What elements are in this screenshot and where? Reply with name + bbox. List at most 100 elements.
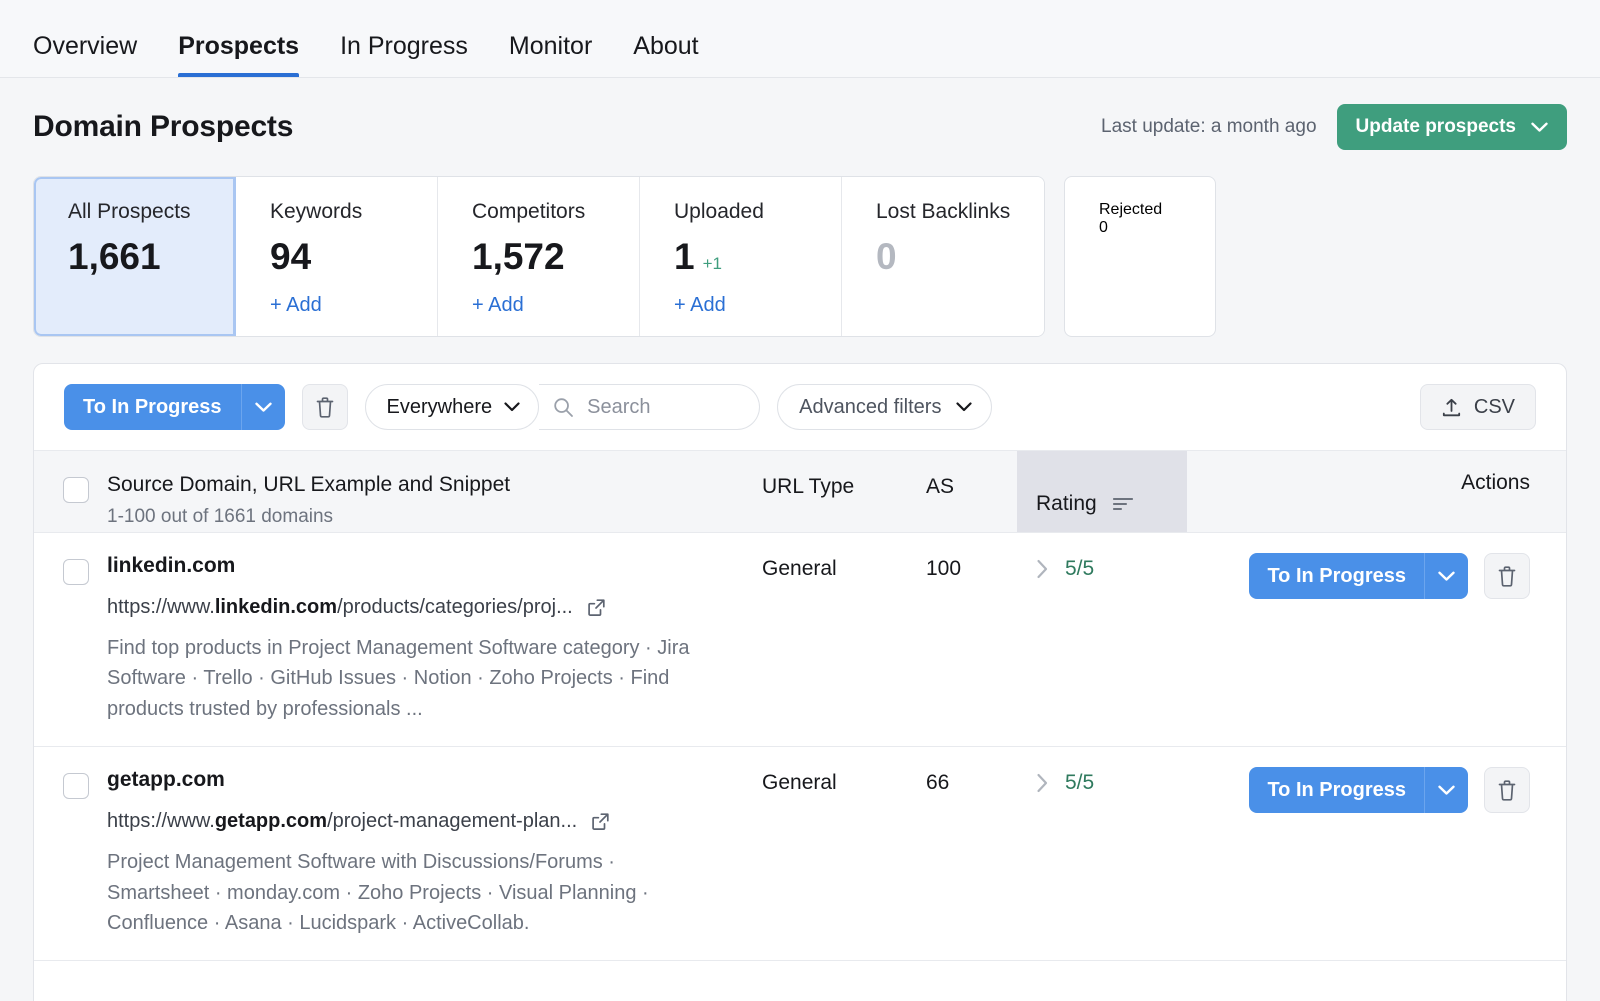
row-source-cell: linkedin.com https://www.linkedin.com/pr… <box>107 533 762 746</box>
row-checkbox[interactable] <box>63 559 89 585</box>
stat-value-text: 1,661 <box>68 238 161 275</box>
page-header-actions: Last update: a month ago Update prospect… <box>1101 104 1567 150</box>
stat-card-uploaded-add-link[interactable]: + Add <box>674 294 841 317</box>
scope-select-label: Everywhere <box>387 396 493 419</box>
external-link-icon[interactable] <box>587 598 606 617</box>
row-url-row: https://www.linkedin.com/products/catego… <box>107 596 762 619</box>
row-domain-name[interactable]: getapp.com <box>107 769 762 790</box>
header-cell-url-type[interactable]: URL Type <box>762 451 926 499</box>
stat-card-keywords[interactable]: Keywords 94 + Add <box>236 177 438 336</box>
row-delete-button[interactable] <box>1484 767 1530 813</box>
row-rating-value: 5/5 <box>1065 771 1094 795</box>
stat-card-all-prospects-label: All Prospects <box>68 201 235 222</box>
row-action-caret-button[interactable] <box>1424 767 1468 813</box>
row-url-type: General <box>762 533 926 581</box>
nav-tab-monitor[interactable]: Monitor <box>509 34 592 77</box>
header-cell-source-domain: Source Domain, URL Example and Snippet 1… <box>107 451 762 528</box>
nav-tab-prospects[interactable]: Prospects <box>178 34 299 77</box>
trash-icon <box>1497 779 1517 802</box>
header-cell-actions: Actions <box>1187 451 1566 495</box>
header-cell-rating[interactable]: Rating <box>1017 451 1187 532</box>
stat-card-lost-backlinks-label: Lost Backlinks <box>876 201 1044 222</box>
row-url-type: General <box>762 747 926 795</box>
bulk-action-split-button: To In Progress <box>64 384 285 430</box>
header-as-label: AS <box>926 475 954 498</box>
table-toolbar: To In Progress Everywhere <box>34 364 1566 450</box>
stat-card-uploaded-value: 1 +1 <box>674 238 841 275</box>
stat-card-competitors-value: 1,572 <box>472 238 639 275</box>
stat-value-text: 0 <box>1099 219 1108 236</box>
stat-card-competitors-add-link[interactable]: + Add <box>472 294 639 317</box>
sort-icon[interactable] <box>1113 497 1133 511</box>
row-actions-cell: To In Progress <box>1206 747 1566 813</box>
nav-tab-in-progress-label: In Progress <box>340 32 468 60</box>
header-source-domain-label: Source Domain, URL Example and Snippet <box>107 473 762 497</box>
row-domain-name[interactable]: linkedin.com <box>107 555 762 576</box>
main-navigation: Overview Prospects In Progress Monitor A… <box>0 0 1600 78</box>
row-to-in-progress-button[interactable]: To In Progress <box>1249 767 1424 813</box>
advanced-filters-button[interactable]: Advanced filters <box>777 384 992 430</box>
stat-card-rejected[interactable]: Rejected 0 <box>1064 176 1216 337</box>
stat-card-uploaded-delta: +1 <box>703 255 722 272</box>
stats-card-group: All Prospects 1,661 Keywords 94 + Add Co… <box>33 176 1045 337</box>
row-snippet: Find top products in Project Management … <box>107 633 699 746</box>
row-to-in-progress-button[interactable]: To In Progress <box>1249 553 1424 599</box>
row-actions-cell: To In Progress <box>1206 533 1566 599</box>
row-url-row: https://www.getapp.com/project-managemen… <box>107 810 762 833</box>
bulk-delete-button[interactable] <box>302 384 348 430</box>
stat-card-rejected-label: Rejected <box>1099 201 1215 219</box>
search-field[interactable] <box>539 384 760 430</box>
select-all-checkbox[interactable] <box>63 477 89 503</box>
stat-value-text: 94 <box>270 238 311 275</box>
stat-card-uploaded-label: Uploaded <box>674 201 841 222</box>
stat-card-all-prospects[interactable]: All Prospects 1,661 <box>34 177 236 336</box>
chevron-down-icon <box>504 402 520 412</box>
nav-tab-overview-label: Overview <box>33 32 137 60</box>
stat-card-all-prospects-value: 1,661 <box>68 238 235 275</box>
export-csv-label: CSV <box>1474 396 1515 419</box>
chevron-down-icon <box>1438 571 1455 582</box>
scope-select[interactable]: Everywhere <box>365 384 540 430</box>
bulk-to-in-progress-button[interactable]: To In Progress <box>64 384 241 430</box>
stat-card-keywords-value: 94 <box>270 238 437 275</box>
external-link-icon[interactable] <box>591 812 610 831</box>
nav-tab-overview[interactable]: Overview <box>33 34 137 77</box>
row-delete-button[interactable] <box>1484 553 1530 599</box>
row-as-score: 66 <box>926 747 1036 795</box>
stat-card-competitors[interactable]: Competitors 1,572 + Add <box>438 177 640 336</box>
export-csv-button[interactable]: CSV <box>1420 384 1536 430</box>
chevron-right-icon[interactable] <box>1036 773 1049 793</box>
trash-icon <box>315 396 335 419</box>
row-action-split-button: To In Progress <box>1249 553 1468 599</box>
search-input[interactable] <box>585 395 739 420</box>
row-as-score: 100 <box>926 533 1036 581</box>
chevron-right-icon[interactable] <box>1036 559 1049 579</box>
header-url-type-label: URL Type <box>762 475 854 498</box>
row-url[interactable]: https://www.getapp.com/project-managemen… <box>107 810 577 833</box>
table-row: linkedin.com https://www.linkedin.com/pr… <box>34 533 1566 747</box>
stat-card-uploaded[interactable]: Uploaded 1 +1 + Add <box>640 177 842 336</box>
last-update-text: Last update: a month ago <box>1101 116 1317 138</box>
row-action-caret-button[interactable] <box>1424 553 1468 599</box>
nav-tab-in-progress[interactable]: In Progress <box>340 34 468 77</box>
stat-card-lost-backlinks[interactable]: Lost Backlinks 0 <box>842 177 1044 336</box>
nav-tab-about[interactable]: About <box>633 34 698 77</box>
table-row: getapp.com https://www.getapp.com/projec… <box>34 747 1566 961</box>
stat-card-keywords-label: Keywords <box>270 201 437 222</box>
bulk-action-caret-button[interactable] <box>241 384 285 430</box>
select-all-cell <box>34 451 107 503</box>
stat-value-text: 1,572 <box>472 238 565 275</box>
stats-cards: All Prospects 1,661 Keywords 94 + Add Co… <box>0 150 1600 337</box>
row-rating-cell[interactable]: 5/5 <box>1036 747 1206 795</box>
row-snippet: Project Management Software with Discuss… <box>107 847 699 960</box>
stat-card-keywords-add-link[interactable]: + Add <box>270 294 437 317</box>
update-prospects-button[interactable]: Update prospects <box>1337 104 1567 150</box>
page-header: Domain Prospects Last update: a month ag… <box>0 78 1600 150</box>
row-url[interactable]: https://www.linkedin.com/products/catego… <box>107 596 573 619</box>
update-prospects-label: Update prospects <box>1356 116 1516 138</box>
chevron-down-icon <box>956 402 972 412</box>
header-results-count: 1-100 out of 1661 domains <box>107 506 762 528</box>
row-rating-cell[interactable]: 5/5 <box>1036 533 1206 581</box>
row-checkbox[interactable] <box>63 773 89 799</box>
table-header-row: Source Domain, URL Example and Snippet 1… <box>34 450 1566 533</box>
